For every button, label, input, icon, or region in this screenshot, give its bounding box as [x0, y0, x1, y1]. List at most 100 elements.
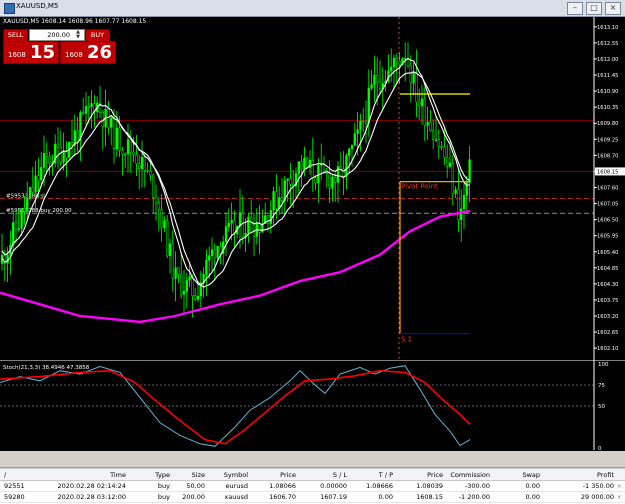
- sell-price-pips: 15: [30, 42, 56, 63]
- stochastic-subwindow[interactable]: 100 75 50 0 Stoch(21,3,3) 38.4946 47.3858: [0, 359, 625, 452]
- candle-body: [280, 197, 284, 201]
- row-cell: 2020.02.28 02:14:24: [57, 482, 126, 490]
- candle-body: [322, 164, 326, 172]
- price-chart-svg[interactable]: #59533288 sl#59533288 buy 200.00Pivot Po…: [0, 17, 625, 360]
- maximize-button[interactable]: □: [586, 2, 602, 15]
- row-cell: 1.08039: [416, 482, 443, 490]
- stochastic-svg[interactable]: 100 75 50 0 Stoch(21,3,3) 38.4946 47.3858: [0, 359, 625, 452]
- table-row[interactable]: 59280 2020.02.28 03:12:00 buy 200.00 xauusd 1…: [0, 491, 625, 503]
- candle-body: [20, 208, 23, 229]
- candle-body: [191, 276, 194, 296]
- window-titlebar[interactable]: XAUUSD,M5 – □ ×: [0, 0, 625, 17]
- candle-body: [84, 106, 88, 114]
- candle-body: [250, 217, 253, 232]
- candle-body: [359, 120, 362, 130]
- candle-body: [62, 151, 65, 163]
- price-tick-label: 1602.10: [597, 346, 618, 352]
- s1-label: S 1: [401, 336, 412, 344]
- price-tick-label: 1608.70: [597, 153, 618, 159]
- row-cell: -1 350.00: [582, 482, 614, 490]
- stoch-level-label: 50: [598, 404, 605, 410]
- candle-body: [140, 156, 144, 170]
- candle-body: [314, 177, 317, 184]
- window-title: XAUUSD,M5: [16, 2, 59, 10]
- close-button[interactable]: ×: [605, 2, 621, 15]
- sell-price-button[interactable]: 1608 15: [3, 41, 59, 64]
- candle-body: [138, 163, 141, 170]
- candle-body: [434, 139, 438, 141]
- row-cell: 1607.19: [320, 493, 347, 501]
- candle-body: [370, 84, 373, 89]
- candle-body: [14, 222, 18, 230]
- minimize-button[interactable]: –: [567, 2, 583, 15]
- candle-body: [37, 175, 40, 181]
- lot-size-value: 200.00: [47, 31, 70, 39]
- candle-body: [188, 276, 191, 281]
- chart-window: XAUUSD,M5 – □ × #59533288 sl #59533288 bu…: [0, 0, 625, 504]
- candle-body: [350, 145, 354, 150]
- candle-body: [23, 208, 26, 212]
- candle-body: [367, 87, 370, 124]
- candle-body: [328, 173, 331, 189]
- candle-body: [40, 167, 43, 181]
- candle-body: [241, 212, 244, 238]
- buy-price-button[interactable]: 1608 26: [60, 41, 116, 64]
- candle-body: [415, 72, 418, 103]
- candle-body: [124, 153, 127, 156]
- header-cell: Price: [427, 471, 443, 479]
- candle-body: [28, 187, 32, 200]
- terminal-trade-panel: / Time Type Size Symbol Price S / L T / P Price C…: [0, 451, 625, 504]
- close-order-icon[interactable]: ×: [617, 493, 622, 501]
- row-cell: 0.00: [378, 493, 393, 501]
- candle-body: [440, 146, 443, 148]
- row-cell: buy: [157, 482, 170, 490]
- candle-body: [87, 106, 90, 108]
- price-chart[interactable]: #59533288 sl #59533288 buy 200.00 Pivot Po…: [0, 17, 625, 360]
- lot-spinner-icon[interactable]: ▲ ▼: [73, 30, 83, 40]
- current-price-label: 1608.15: [597, 169, 618, 175]
- candle-body: [157, 202, 160, 210]
- row-cell: 29 000.00: [580, 493, 614, 501]
- price-tick-label: 1603.20: [597, 314, 618, 320]
- stoch-level-label: 75: [598, 383, 605, 389]
- candle-body: [166, 220, 169, 257]
- candle-body: [409, 65, 412, 84]
- candle-body: [65, 151, 68, 158]
- candle-body: [429, 121, 432, 131]
- candle-body: [373, 75, 376, 85]
- candle-body: [115, 127, 118, 150]
- one-click-trading-panel: XAUUSD,M5 1608.14 1608.96 1607.77 1608.1…: [0, 17, 150, 65]
- candle-body: [334, 177, 337, 183]
- candle-body: [230, 220, 233, 224]
- candle-body: [163, 220, 166, 229]
- candle-body: [56, 143, 60, 148]
- candle-body: [443, 146, 446, 158]
- price-tick-label: 1609.25: [597, 137, 618, 143]
- row-cell: 1606.70: [269, 493, 296, 501]
- candle-body: [426, 121, 429, 126]
- candle-body: [412, 72, 415, 84]
- candle-body: [460, 208, 463, 220]
- candle-body: [266, 215, 270, 224]
- buy-price-pips: 26: [87, 42, 113, 63]
- candle-body: [247, 217, 250, 234]
- candle-body: [297, 161, 300, 174]
- row-cell: -300.00: [464, 482, 490, 490]
- candle-body: [152, 174, 155, 198]
- candle-body: [362, 120, 365, 123]
- lot-size-input[interactable]: 200.00 ▲ ▼: [29, 29, 85, 41]
- terminal-toolbar: [0, 451, 625, 468]
- stop-loss-label: #59533288 sl: [6, 194, 45, 200]
- header-cell: Price: [280, 471, 296, 479]
- row-cell: buy: [157, 493, 170, 501]
- candle-body: [468, 159, 471, 183]
- row-cell: 0.00: [525, 493, 540, 501]
- candle-body: [146, 170, 149, 172]
- candle-body: [132, 151, 135, 155]
- row-cell: 50.00: [186, 482, 205, 490]
- buy-price-prefix: 1608: [65, 51, 83, 59]
- candle-body: [45, 153, 48, 157]
- candle-body: [180, 273, 183, 295]
- price-tick-label: 1606.50: [597, 218, 618, 224]
- close-order-icon[interactable]: ×: [617, 482, 622, 490]
